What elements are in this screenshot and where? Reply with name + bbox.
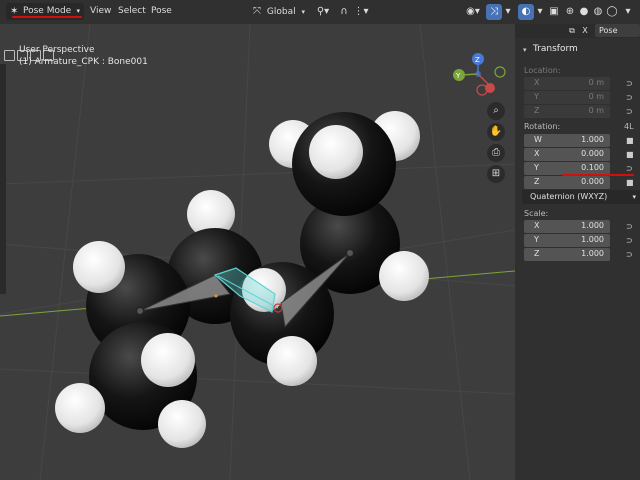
overlay-toggle-icon[interactable]: ◐ [518,4,534,20]
scene-canvas: Z Y [0,24,515,480]
rotation-label: Rotation: [524,122,561,131]
chevron-down-icon[interactable]: ▾ [523,46,527,54]
annotation-underline [12,16,82,18]
hydrogen-atom [379,251,429,301]
chevron-down-icon: ▾ [301,8,305,16]
xray-icon[interactable]: ▣ [548,4,560,20]
camera-icon[interactable]: ⎙ [487,144,505,162]
menu-view[interactable]: View [90,3,111,20]
bone-joint [346,249,354,257]
unlock-icon[interactable]: ⊃ [626,108,634,116]
wireframe-shading-icon[interactable]: ⊕ [564,4,576,20]
proportional-edit-icon[interactable]: ⋮▾ [351,4,371,20]
bone-joint [136,307,144,315]
tool-strip[interactable] [0,64,6,294]
rotation-lock-badge[interactable]: 4L [624,122,634,131]
rendered-shading-icon[interactable]: ◯ [606,4,618,20]
grid-ortho-icon[interactable]: ⊞ [487,165,505,183]
solid-shading-icon[interactable]: ● [578,4,590,20]
scale-label: Scale: [524,209,549,218]
gizmo-toggle-icon[interactable]: ⤨ [486,4,502,20]
hydrogen-atom [73,241,125,293]
unlock-icon[interactable]: ⊃ [626,251,634,259]
rotation-z-field[interactable]: Z 0.000 [524,176,610,189]
annotation-underline [562,174,634,176]
orientation-icon: ⤧ [253,6,261,17]
location-label: Location: [524,66,561,75]
hydrogen-atom [158,400,206,448]
scale-z-field[interactable]: Z 1.000 [524,248,610,261]
chevron-down-icon[interactable]: ▾ [535,4,545,20]
location-x-field[interactable]: X0 m [524,77,610,90]
origin-dot [214,294,218,298]
rotation-x-field[interactable]: X 0.000 [524,148,610,161]
unlock-icon[interactable]: ⊃ [626,165,634,173]
unlock-icon[interactable]: ⊃ [626,223,634,231]
hydrogen-atom [141,333,195,387]
unlock-icon[interactable]: ⊃ [626,80,634,88]
navigation-gizmo[interactable]: Z Y [453,53,506,96]
scale-x-field[interactable]: X 1.000 [524,220,610,233]
gizmo-z-label: Z [475,56,480,64]
lock-icon[interactable]: ■ [626,151,634,159]
rotation-mode-label: Quaternion (WXYZ) [530,192,608,201]
menu-select[interactable]: Select [118,3,146,20]
viewport-header: ✶ Pose Mode ▾ View Select Pose ⤧ Global … [0,0,640,25]
lock-icon[interactable]: ■ [626,179,634,187]
snap-icon[interactable]: ∩ [337,4,351,20]
zoom-icon[interactable]: ⌕ [487,102,505,120]
hydrogen-atom [309,125,363,179]
menu-pose[interactable]: Pose [151,3,172,20]
chevron-down-icon: ▾ [632,193,636,201]
location-z-field[interactable]: Z0 m [524,105,610,118]
3d-viewport[interactable]: Z Y User Perspective (1) Armature_CPK : … [0,24,515,480]
chevron-down-icon[interactable]: ▾ [503,4,513,20]
hand-pan-icon[interactable]: ✋ [487,123,505,141]
rotation-mode-dropdown[interactable]: Quaternion (WXYZ) ▾ [522,190,640,204]
scale-y-field[interactable]: Y 1.000 [524,234,610,247]
close-icon[interactable]: X [580,24,590,37]
perspective-label: User Perspective [19,45,95,55]
lock-icon[interactable]: ■ [626,137,634,145]
transform-orientation-dropdown[interactable]: ⤧ Global ▾ [253,3,305,20]
chevron-down-icon[interactable]: ▾ [622,4,634,20]
orientation-label: Global [266,7,296,17]
panel-pin-icon[interactable]: ⧉ [566,24,578,37]
visibility-icon[interactable]: ◉▾ [463,4,483,20]
tab-pose-options[interactable]: Pose Optio [595,24,640,48]
pivot-icon[interactable]: ⚲▾ [312,4,334,20]
gizmo-y-label: Y [455,72,461,80]
hydrogen-atom [55,383,105,433]
active-object-label: (1) Armature_CPK : Bone001 [19,57,148,67]
hydrogen-atom [267,336,317,386]
unlock-icon[interactable]: ⊃ [626,94,634,102]
rotation-w-field[interactable]: W 1.000 [524,134,610,147]
location-y-field[interactable]: Y0 m [524,91,610,104]
panel-title: Transform [533,44,578,54]
unlock-icon[interactable]: ⊃ [626,237,634,245]
material-shading-icon[interactable]: ◍ [592,4,604,20]
